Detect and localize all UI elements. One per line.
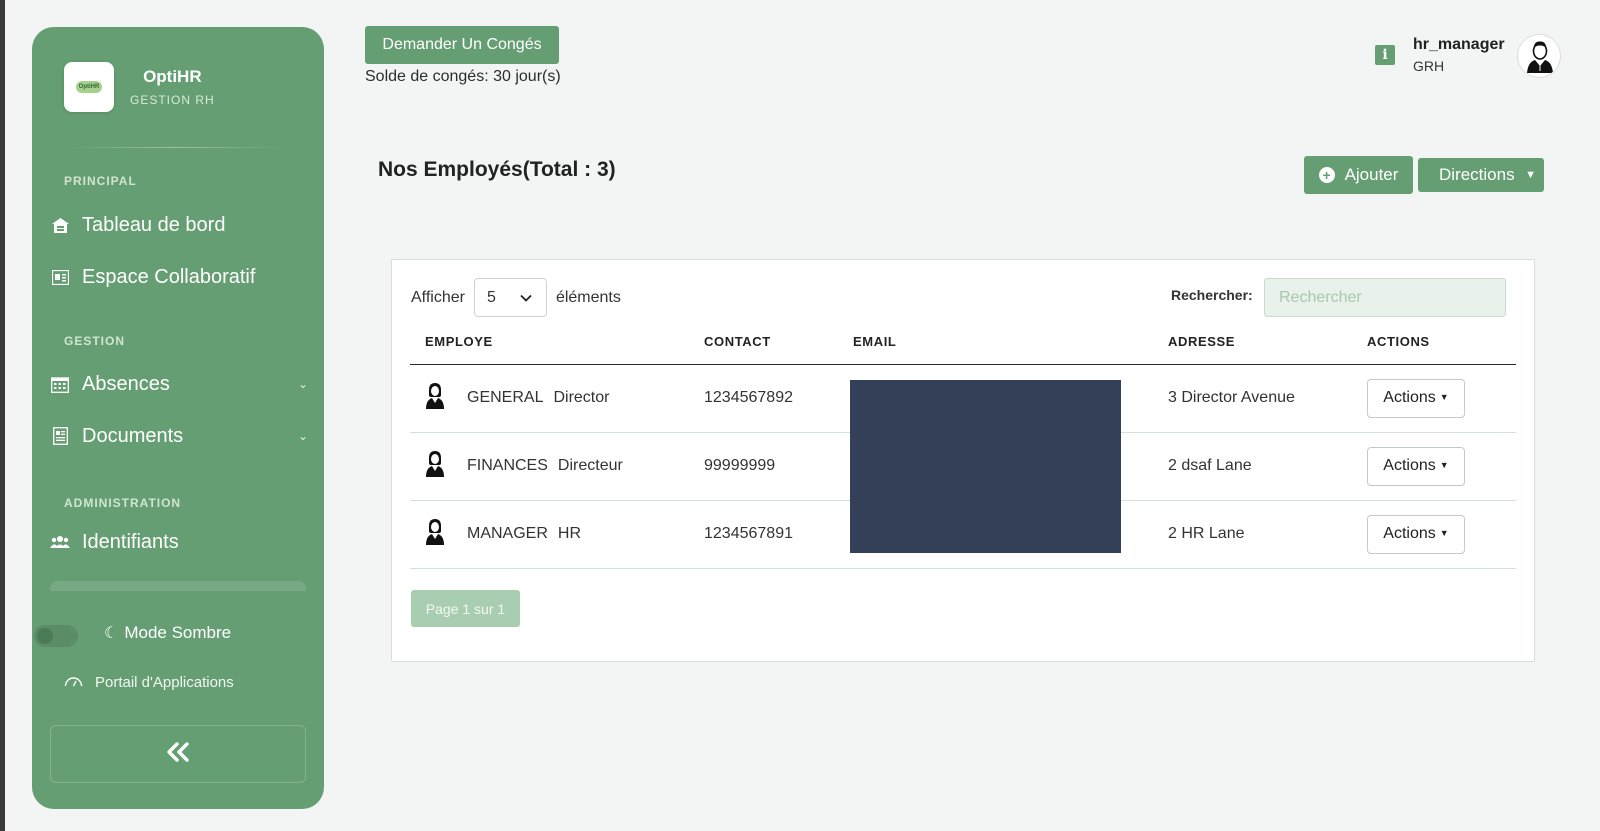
users-icon bbox=[50, 532, 70, 552]
section-label-administration: ADMINISTRATION bbox=[64, 496, 182, 510]
directions-dropdown[interactable]: Directions ▼ bbox=[1418, 158, 1544, 192]
sidebar-item-identifiants[interactable]: Identifiants bbox=[50, 524, 308, 560]
newspaper-icon bbox=[50, 267, 70, 287]
employee-last-name: HR bbox=[557, 525, 582, 542]
page-size-value: 5 bbox=[486, 288, 496, 306]
dark-mode-toggle[interactable] bbox=[34, 625, 78, 647]
window-edge bbox=[0, 0, 5, 831]
column-header-adresse[interactable]: ADRESSE bbox=[1168, 320, 1367, 365]
user-role: GRH bbox=[1413, 58, 1445, 74]
brand-subtitle: GESTION RH bbox=[130, 93, 215, 107]
collapse-sidebar-button[interactable] bbox=[50, 725, 306, 783]
sidebar-item-label: Absences bbox=[82, 372, 170, 395]
sidebar-item-espace-collaboratif[interactable]: Espace Collaboratif bbox=[50, 259, 308, 295]
elements-label: éléments bbox=[555, 288, 621, 306]
sidebar-item-label: Identifiants bbox=[82, 530, 179, 553]
email-redaction-block bbox=[850, 380, 1121, 553]
avatar[interactable] bbox=[1517, 34, 1561, 78]
row-actions-button[interactable]: Actions ▼ bbox=[1367, 446, 1465, 486]
dark-mode-label: ☾ Mode Sombre bbox=[104, 623, 231, 643]
leave-balance: Solde de congés: 30 jour(s) bbox=[365, 68, 561, 85]
row-actions-label: Actions bbox=[1383, 389, 1436, 406]
show-label: Afficher bbox=[411, 288, 465, 306]
section-label-principal: PRINCIPAL bbox=[64, 174, 137, 188]
employee-contact: 1234567891 bbox=[704, 500, 853, 569]
employees-card: Afficher 5 éléments Rechercher: EMPLOYE … bbox=[391, 259, 1535, 662]
employee-last-name: Directeur bbox=[557, 457, 623, 474]
add-employee-button[interactable]: + Ajouter bbox=[1304, 156, 1413, 194]
employee-avatar-icon bbox=[425, 518, 447, 551]
sidebar-item-label: Documents bbox=[82, 424, 184, 447]
document-icon bbox=[50, 426, 70, 446]
page-size-control: Afficher 5 éléments bbox=[411, 278, 621, 317]
home-icon bbox=[50, 215, 70, 235]
chevron-down-icon bbox=[520, 289, 532, 307]
column-header-actions: ACTIONS bbox=[1367, 320, 1516, 365]
info-icon[interactable]: i bbox=[1375, 45, 1395, 65]
section-label-gestion: GESTION bbox=[64, 334, 126, 348]
search-input[interactable] bbox=[1264, 278, 1506, 317]
column-header-employe[interactable]: EMPLOYE bbox=[410, 320, 704, 365]
sidebar-item-label: Tableau de bord bbox=[82, 213, 226, 236]
column-header-contact[interactable]: CONTACT bbox=[704, 320, 853, 365]
page-size-select[interactable]: 5 bbox=[473, 278, 547, 317]
brand-name: OptiHR bbox=[143, 67, 202, 86]
row-actions-button[interactable]: Actions ▼ bbox=[1367, 378, 1465, 418]
caret-down-icon: ▼ bbox=[1525, 169, 1536, 181]
pagination-status: Page 1 sur 1 bbox=[411, 590, 520, 627]
sidebar-divider bbox=[50, 581, 306, 591]
caret-down-icon: ▼ bbox=[1439, 460, 1449, 470]
calendar-icon bbox=[50, 374, 70, 394]
sidebar-item-documents[interactable]: Documents ⌄ bbox=[50, 418, 308, 454]
plus-circle-icon: + bbox=[1318, 167, 1335, 183]
row-actions-label: Actions bbox=[1383, 525, 1436, 542]
employee-avatar-icon bbox=[425, 382, 447, 415]
page-title: Nos Employés(Total : 3) bbox=[378, 158, 616, 181]
toggle-knob bbox=[37, 628, 53, 644]
row-actions-button[interactable]: Actions ▼ bbox=[1367, 514, 1465, 554]
add-button-label: Ajouter bbox=[1344, 165, 1399, 184]
employee-address: 3 Director Avenue bbox=[1168, 364, 1367, 433]
employee-address: 2 HR Lane bbox=[1168, 500, 1367, 569]
employee-first-name: GENERAL bbox=[467, 389, 544, 406]
column-header-email[interactable]: EMAIL bbox=[853, 320, 1168, 365]
double-chevron-left-icon bbox=[165, 741, 191, 767]
sidebar: OptiHR OptiHR GESTION RH PRINCIPAL Table… bbox=[32, 27, 324, 809]
brand-logo: OptiHR bbox=[64, 62, 114, 112]
caret-down-icon: ▼ bbox=[1439, 528, 1449, 538]
employee-contact: 99999999 bbox=[704, 432, 853, 501]
employee-last-name: Director bbox=[553, 389, 610, 406]
sidebar-item-tableau-de-bord[interactable]: Tableau de bord bbox=[50, 207, 308, 243]
user-name: hr_manager bbox=[1413, 36, 1505, 53]
brand-logo-mark: OptiHR bbox=[76, 81, 102, 93]
row-actions-label: Actions bbox=[1383, 457, 1436, 474]
employee-avatar-icon bbox=[425, 450, 447, 483]
sidebar-item-label: Espace Collaboratif bbox=[82, 265, 256, 288]
search-label: Rechercher: bbox=[1171, 287, 1253, 303]
employee-contact: 1234567892 bbox=[704, 364, 853, 433]
directions-label: Directions bbox=[1439, 165, 1515, 184]
brand-divider bbox=[70, 147, 280, 148]
chevron-down-icon: ⌄ bbox=[297, 377, 308, 391]
request-leave-button[interactable]: Demander Un Congés bbox=[365, 26, 559, 64]
dark-mode-text: Mode Sombre bbox=[124, 623, 232, 642]
caret-down-icon: ▼ bbox=[1439, 392, 1449, 402]
table-header-row: EMPLOYE CONTACT EMAIL ADRESSE ACTIONS bbox=[410, 320, 1516, 365]
brand[interactable]: OptiHR OptiHR GESTION RH bbox=[64, 62, 215, 112]
employee-first-name: MANAGER bbox=[467, 525, 548, 542]
app-portal-link[interactable]: Portail d'Applications bbox=[64, 674, 234, 691]
moon-icon: ☾ bbox=[104, 625, 119, 642]
gauge-icon bbox=[64, 674, 83, 691]
user-menu[interactable]: i hr_manager GRH bbox=[1375, 36, 1505, 74]
chevron-down-icon: ⌄ bbox=[297, 429, 308, 443]
employee-first-name: FINANCES bbox=[467, 457, 548, 474]
sidebar-item-absences[interactable]: Absences ⌄ bbox=[50, 366, 308, 402]
app-portal-label: Portail d'Applications bbox=[95, 674, 234, 691]
employee-address: 2 dsaf Lane bbox=[1168, 432, 1367, 501]
